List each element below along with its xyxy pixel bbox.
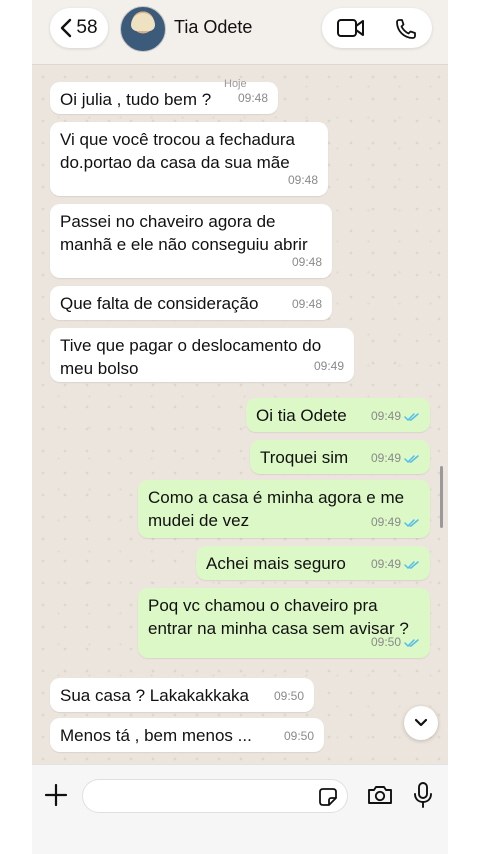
message-text: Vi que você trocou a fechadura do.portao… xyxy=(60,130,296,172)
outgoing-message[interactable]: Como a casa é minha agora e me mudei de … xyxy=(138,480,430,538)
read-ticks-icon xyxy=(404,638,419,647)
chat-header: 58 Tia Odete xyxy=(32,0,448,65)
call-actions xyxy=(322,8,432,48)
message-meta: 09:50 xyxy=(274,685,304,708)
avatar[interactable] xyxy=(120,6,166,52)
contact-name[interactable]: Tia Odete xyxy=(174,17,252,38)
message-time: 09:49 xyxy=(370,409,401,423)
outgoing-message[interactable]: Achei mais seguro 09:49 xyxy=(196,546,430,580)
message-meta: 09:48 xyxy=(238,87,268,110)
scroll-down-button[interactable] xyxy=(404,706,438,740)
back-button[interactable]: 58 xyxy=(50,8,108,48)
message-meta: 09:49 xyxy=(371,511,420,534)
message-time: 09:49 xyxy=(370,557,401,571)
sticker-icon[interactable] xyxy=(317,786,339,808)
read-ticks-icon xyxy=(404,454,419,463)
message-meta: 09:49 xyxy=(371,405,420,428)
message-meta: 09:49 xyxy=(371,553,420,576)
outgoing-message[interactable]: Poq vc chamou o chaveiro pra entrar na m… xyxy=(138,588,430,658)
message-time: 09:50 xyxy=(273,689,304,703)
read-ticks-icon xyxy=(404,560,419,569)
read-ticks-icon xyxy=(404,412,419,421)
message-meta: 09:50 xyxy=(284,725,314,748)
message-meta: 09:48 xyxy=(292,293,322,316)
message-time: 09:49 xyxy=(370,515,401,529)
incoming-message[interactable]: Tive que pagar o deslocamento do meu bol… xyxy=(50,328,354,382)
message-text: Oi julia , tudo bem ? xyxy=(60,90,212,109)
incoming-message[interactable]: Sua casa ? Lakakakkaka 09:50 xyxy=(50,678,314,712)
incoming-message[interactable]: Vi que você trocou a fechadura do.portao… xyxy=(50,122,328,196)
message-time: 09:48 xyxy=(287,173,318,187)
composer-bar xyxy=(32,764,448,854)
message-time: 09:49 xyxy=(313,359,344,373)
message-meta: 09:50 xyxy=(371,631,420,654)
chat-screen: 58 Tia Odete Hoje Oi julia , tudo bem ? 0… xyxy=(32,0,448,854)
phone-icon[interactable] xyxy=(394,17,418,41)
chevron-left-icon xyxy=(61,18,72,38)
camera-icon[interactable] xyxy=(366,783,394,807)
day-label: Hoje xyxy=(224,78,247,90)
chevron-down-icon xyxy=(414,718,428,727)
message-text: Tive que pagar o deslocamento do meu bol… xyxy=(60,336,322,378)
message-time: 09:48 xyxy=(291,255,322,269)
message-text: Menos tá , bem menos ... xyxy=(60,726,252,745)
message-meta: 09:48 xyxy=(292,251,322,274)
message-meta: 09:48 xyxy=(288,169,318,192)
avatar-hair xyxy=(131,13,155,31)
message-time: 09:50 xyxy=(283,729,314,743)
outgoing-message[interactable]: Troquei sim 09:49 xyxy=(250,440,430,474)
video-camera-icon[interactable] xyxy=(336,17,366,39)
message-text: Passei no chaveiro agora de manhã e ele … xyxy=(60,212,308,254)
incoming-message[interactable]: Passei no chaveiro agora de manhã e ele … xyxy=(50,204,332,278)
message-text: Sua casa ? Lakakakkaka xyxy=(60,686,250,705)
message-text: Que falta de consideração xyxy=(60,294,259,313)
scrollbar[interactable] xyxy=(440,466,443,528)
plus-icon[interactable] xyxy=(44,783,68,807)
message-time: 09:48 xyxy=(237,91,268,105)
incoming-message[interactable]: Menos tá , bem menos ... 09:50 xyxy=(50,718,324,752)
message-time: 09:49 xyxy=(370,451,401,465)
read-ticks-icon xyxy=(404,518,419,527)
outgoing-message[interactable]: Oi tia Odete 09:49 xyxy=(246,398,430,432)
message-time: 09:48 xyxy=(291,297,322,311)
message-input[interactable] xyxy=(82,779,348,813)
message-meta: 09:49 xyxy=(371,447,420,470)
message-time: 09:50 xyxy=(370,635,401,649)
incoming-message[interactable]: Que falta de consideração 09:48 xyxy=(50,286,332,320)
unread-count: 58 xyxy=(76,17,98,38)
message-meta: 09:49 xyxy=(314,355,344,378)
microphone-icon[interactable] xyxy=(412,781,434,809)
